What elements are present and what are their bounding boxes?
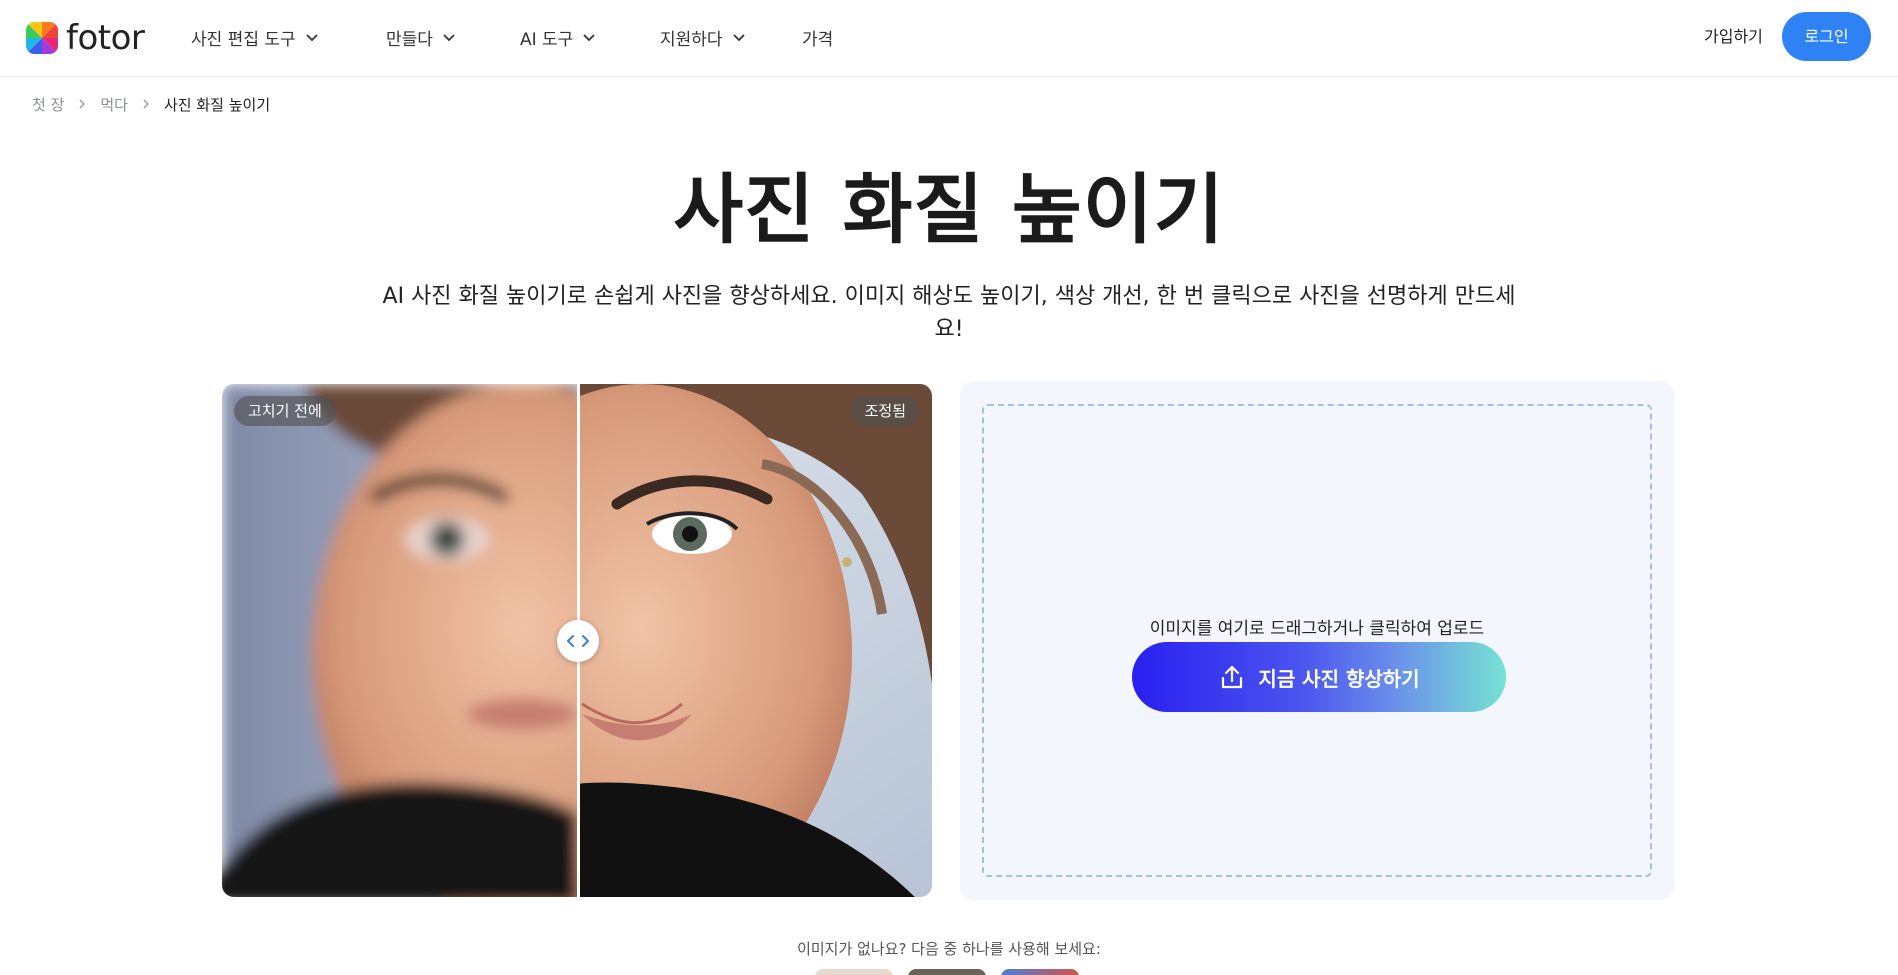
sample-image-thumbnail[interactable] [1001,969,1079,975]
chevron-down-icon [306,34,318,42]
compare-slider-handle[interactable] [557,620,599,662]
page-subtitle: AI 사진 화질 높이기로 손쉽게 사진을 향상하세요. 이미지 해상도 높이기… [382,284,1516,342]
breadcrumb-home[interactable]: 첫 장 [32,94,64,115]
signup-link[interactable]: 가입하기 [1704,22,1763,52]
nav-ai-tools[interactable]: AI 도구 [520,22,596,52]
sample-images-label: 이미지가 없나요? 다음 중 하나를 사용해 보세요: [797,940,1101,958]
sample-image-thumbnail[interactable] [815,969,893,975]
breadcrumb-current: 사진 화질 높이기 [163,95,271,114]
upload-icon [1222,665,1243,689]
page-title: 사진 화질 높이기 [673,165,1225,254]
before-label: 고치기 전에 [234,396,336,426]
left-right-arrows-icon [567,635,589,647]
breadcrumb: 첫 장 먹다 사진 화질 높이기 [32,93,270,115]
brand-name: fotor [66,18,145,58]
chevron-down-icon [443,34,455,42]
nav-label: 사진 편집 도구 [191,29,296,50]
nav-label: 만들다 [386,29,433,50]
upload-dropzone[interactable]: 이미지를 여기로 드래그하거나 클릭하여 업로드 지금 사진 향상하기 [982,404,1652,877]
nav-create[interactable]: 만들다 [386,22,456,52]
nav-label: AI 도구 [520,29,574,50]
nav-label: 지원하다 [660,29,723,50]
top-navbar: fotor 사진 편집 도구 만들다 AI 도구 지원하다 가격 가입하기 로그… [0,0,1898,77]
fotor-logo-icon [26,22,58,54]
nav-label: 가격 [802,29,834,50]
chevron-down-icon [583,34,595,42]
nav-pricing[interactable]: 가격 [802,22,833,52]
chevron-down-icon [732,34,745,42]
fotor-logo[interactable]: fotor [26,18,145,58]
before-after-compare[interactable]: 고치기 전에 조정됨 [222,384,932,897]
after-label: 조정됨 [850,396,920,426]
upload-hint: 이미지를 여기로 드래그하거나 클릭하여 업로드 [1149,619,1485,639]
sample-image-thumbnail[interactable] [908,969,986,975]
enhance-now-button[interactable]: 지금 사진 향상하기 [1132,642,1506,712]
chevron-right-icon [79,99,86,109]
nav-support[interactable]: 지원하다 [660,22,746,52]
breadcrumb-category[interactable]: 먹다 [100,94,128,115]
nav-photo-editing-tools[interactable]: 사진 편집 도구 [191,22,319,52]
login-button[interactable]: 로그인 [1782,12,1871,61]
upload-panel: 이미지를 여기로 드래그하거나 클릭하여 업로드 지금 사진 향상하기 [960,381,1674,900]
enhance-now-label: 지금 사진 향상하기 [1258,666,1420,691]
chevron-right-icon [143,99,150,109]
